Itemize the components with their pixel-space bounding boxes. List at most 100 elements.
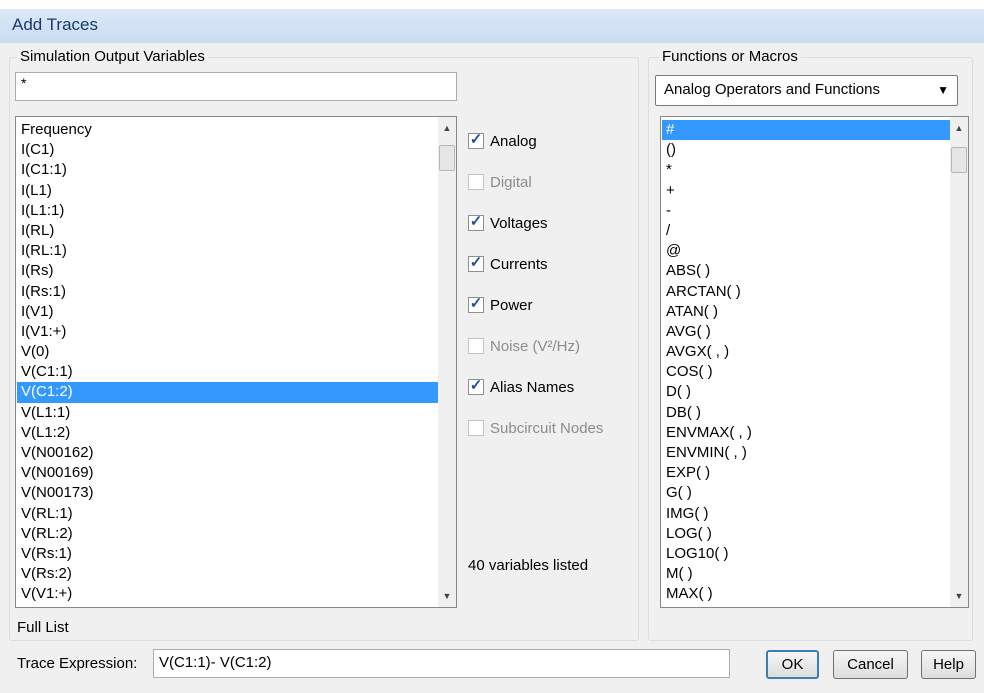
- full-list-label[interactable]: Full List: [17, 619, 69, 636]
- help-button[interactable]: Help: [921, 650, 976, 679]
- variable-list-item[interactable]: V(L1:1): [17, 403, 438, 423]
- checkbox-box[interactable]: ✓: [468, 377, 484, 396]
- function-list-item[interactable]: (): [662, 140, 950, 160]
- checkbox-box[interactable]: ✓: [468, 213, 484, 232]
- checkbox-box: [468, 420, 484, 437]
- title-bar: Add Traces: [0, 9, 984, 43]
- function-list-item[interactable]: AVGX( , ): [662, 342, 950, 362]
- option-label: Power: [490, 297, 533, 314]
- check-icon: ✓: [469, 131, 483, 149]
- option-power-checkbox[interactable]: ✓ Power: [468, 295, 533, 319]
- variable-list-item[interactable]: V(N00162): [17, 443, 438, 463]
- option-label: Voltages: [490, 215, 548, 232]
- function-list-item[interactable]: -: [662, 201, 950, 221]
- caret-down-icon: ▼: [937, 83, 949, 97]
- variable-list-item[interactable]: V(V1:+): [17, 584, 438, 604]
- variables-list[interactable]: Frequency I(C1) I(C1:1) I(L1) I(L1:1) I(RL) I(…: [15, 116, 457, 608]
- option-alias-names-checkbox[interactable]: ✓ Alias Names: [468, 377, 575, 401]
- variable-list-item[interactable]: I(Rs): [17, 261, 438, 281]
- functions-list-items: #() * + - / @ ABS( ) ARCTAN( ) ATAN( ) AVG( ) AVGX…: [662, 120, 950, 605]
- variable-list-item[interactable]: I(Rs:1): [17, 282, 438, 302]
- trace-expression-label: Trace Expression:: [17, 655, 138, 672]
- variable-list-item[interactable]: V(0): [17, 342, 438, 362]
- up-arrow-icon[interactable]: ▲: [950, 119, 968, 137]
- variable-list-item[interactable]: I(L1:1): [17, 201, 438, 221]
- variables-scrollbar[interactable]: ▲ ▼: [438, 117, 456, 607]
- functions-scrollbar[interactable]: ▲ ▼: [950, 117, 968, 607]
- checkbox-box[interactable]: ✓: [468, 295, 484, 314]
- check-icon: ✓: [469, 254, 483, 272]
- function-list-item[interactable]: DB( ): [662, 403, 950, 423]
- function-list-item[interactable]: *: [662, 160, 950, 180]
- variables-list-items: Frequency I(C1) I(C1:1) I(L1) I(L1:1) I(RL) I(…: [17, 120, 438, 605]
- function-list-item[interactable]: AVG( ): [662, 322, 950, 342]
- function-list-item[interactable]: EXP( ): [662, 463, 950, 483]
- variable-list-item[interactable]: V(N00173): [17, 483, 438, 503]
- functions-category-dropdown[interactable]: Analog Operators and Functions ▼: [655, 75, 958, 106]
- function-list-item[interactable]: COS( ): [662, 362, 950, 382]
- function-list-item[interactable]: MAX( ): [662, 584, 950, 604]
- function-list-item[interactable]: /: [662, 221, 950, 241]
- function-list-item[interactable]: IMG( ): [662, 504, 950, 524]
- option-currents-checkbox[interactable]: ✓ Currents: [468, 254, 548, 278]
- function-list-item[interactable]: ABS( ): [662, 261, 950, 281]
- cancel-button[interactable]: Cancel: [833, 650, 908, 679]
- variable-list-item[interactable]: I(RL): [17, 221, 438, 241]
- checkbox-box[interactable]: ✓: [468, 254, 484, 273]
- function-list-item[interactable]: D( ): [662, 382, 950, 402]
- scroll-thumb[interactable]: [951, 147, 967, 173]
- function-list-item[interactable]: @: [662, 241, 950, 261]
- function-list-item[interactable]: M( ): [662, 564, 950, 584]
- function-list-item[interactable]: ATAN( ): [662, 302, 950, 322]
- option-digital-checkbox: Digital: [468, 174, 532, 196]
- option-label: Analog: [490, 133, 537, 150]
- trace-expression-input[interactable]: V(C1:1)- V(C1:2): [153, 649, 730, 678]
- check-icon: ✓: [469, 295, 483, 313]
- function-list-item[interactable]: LOG10( ): [662, 544, 950, 564]
- scroll-thumb[interactable]: [439, 145, 455, 171]
- variable-list-item[interactable]: V(RL:1): [17, 504, 438, 524]
- variable-filter-input[interactable]: *: [15, 72, 457, 101]
- function-list-item[interactable]: #: [662, 120, 950, 141]
- function-list-item[interactable]: ARCTAN( ): [662, 282, 950, 302]
- checkbox-box[interactable]: ✓: [468, 131, 484, 150]
- option-label: Noise (V²/Hz): [490, 338, 581, 355]
- function-list-item[interactable]: ENVMIN( , ): [662, 443, 950, 463]
- option-label: Alias Names: [490, 379, 575, 396]
- variable-list-item[interactable]: V(Rs:1): [17, 544, 438, 564]
- simulation-output-variables-label: Simulation Output Variables: [17, 49, 208, 65]
- variable-list-item[interactable]: V(L1:2): [17, 423, 438, 443]
- variable-list-item[interactable]: I(V1:+): [17, 322, 438, 342]
- variable-list-item[interactable]: V(N00169): [17, 463, 438, 483]
- variable-list-item[interactable]: I(RL:1): [17, 241, 438, 261]
- variable-list-item[interactable]: I(C1): [17, 140, 438, 160]
- option-label: Subcircuit Nodes: [490, 420, 604, 437]
- up-arrow-icon[interactable]: ▲: [438, 119, 456, 137]
- variable-list-item[interactable]: V(C1:2): [17, 382, 438, 403]
- window-title: Add Traces: [12, 15, 98, 34]
- down-arrow-icon[interactable]: ▼: [950, 587, 968, 605]
- variable-list-item[interactable]: V(RL:2): [17, 524, 438, 544]
- variable-list-item[interactable]: V(C1:1): [17, 362, 438, 382]
- function-list-item[interactable]: G( ): [662, 483, 950, 503]
- down-arrow-icon[interactable]: ▼: [438, 587, 456, 605]
- variable-list-item[interactable]: Frequency: [17, 120, 438, 140]
- functions-list[interactable]: #() * + - / @ ABS( ) ARCTAN( ) ATAN( ) AVG( ) AVGX…: [660, 116, 969, 608]
- variable-list-item[interactable]: I(V1): [17, 302, 438, 322]
- ok-button[interactable]: OK: [766, 650, 819, 679]
- function-list-item[interactable]: LOG( ): [662, 524, 950, 544]
- option-analog-checkbox[interactable]: ✓ Analog: [468, 131, 537, 155]
- option-voltages-checkbox[interactable]: ✓ Voltages: [468, 213, 548, 237]
- variables-count: 40 variables listed: [468, 557, 589, 574]
- dropdown-value: Analog Operators and Functions: [664, 81, 880, 98]
- variable-list-item[interactable]: I(C1:1): [17, 160, 438, 180]
- option-label: Digital: [490, 174, 532, 191]
- function-list-item[interactable]: +: [662, 181, 950, 201]
- top-strip: [0, 0, 984, 9]
- option-subcircuit-nodes-checkbox: Subcircuit Nodes: [468, 420, 603, 442]
- function-list-item[interactable]: ENVMAX( , ): [662, 423, 950, 443]
- variable-list-item[interactable]: V(Rs:2): [17, 564, 438, 584]
- functions-or-macros-label: Functions or Macros: [659, 49, 801, 65]
- variable-list-item[interactable]: I(L1): [17, 181, 438, 201]
- check-icon: ✓: [469, 213, 483, 231]
